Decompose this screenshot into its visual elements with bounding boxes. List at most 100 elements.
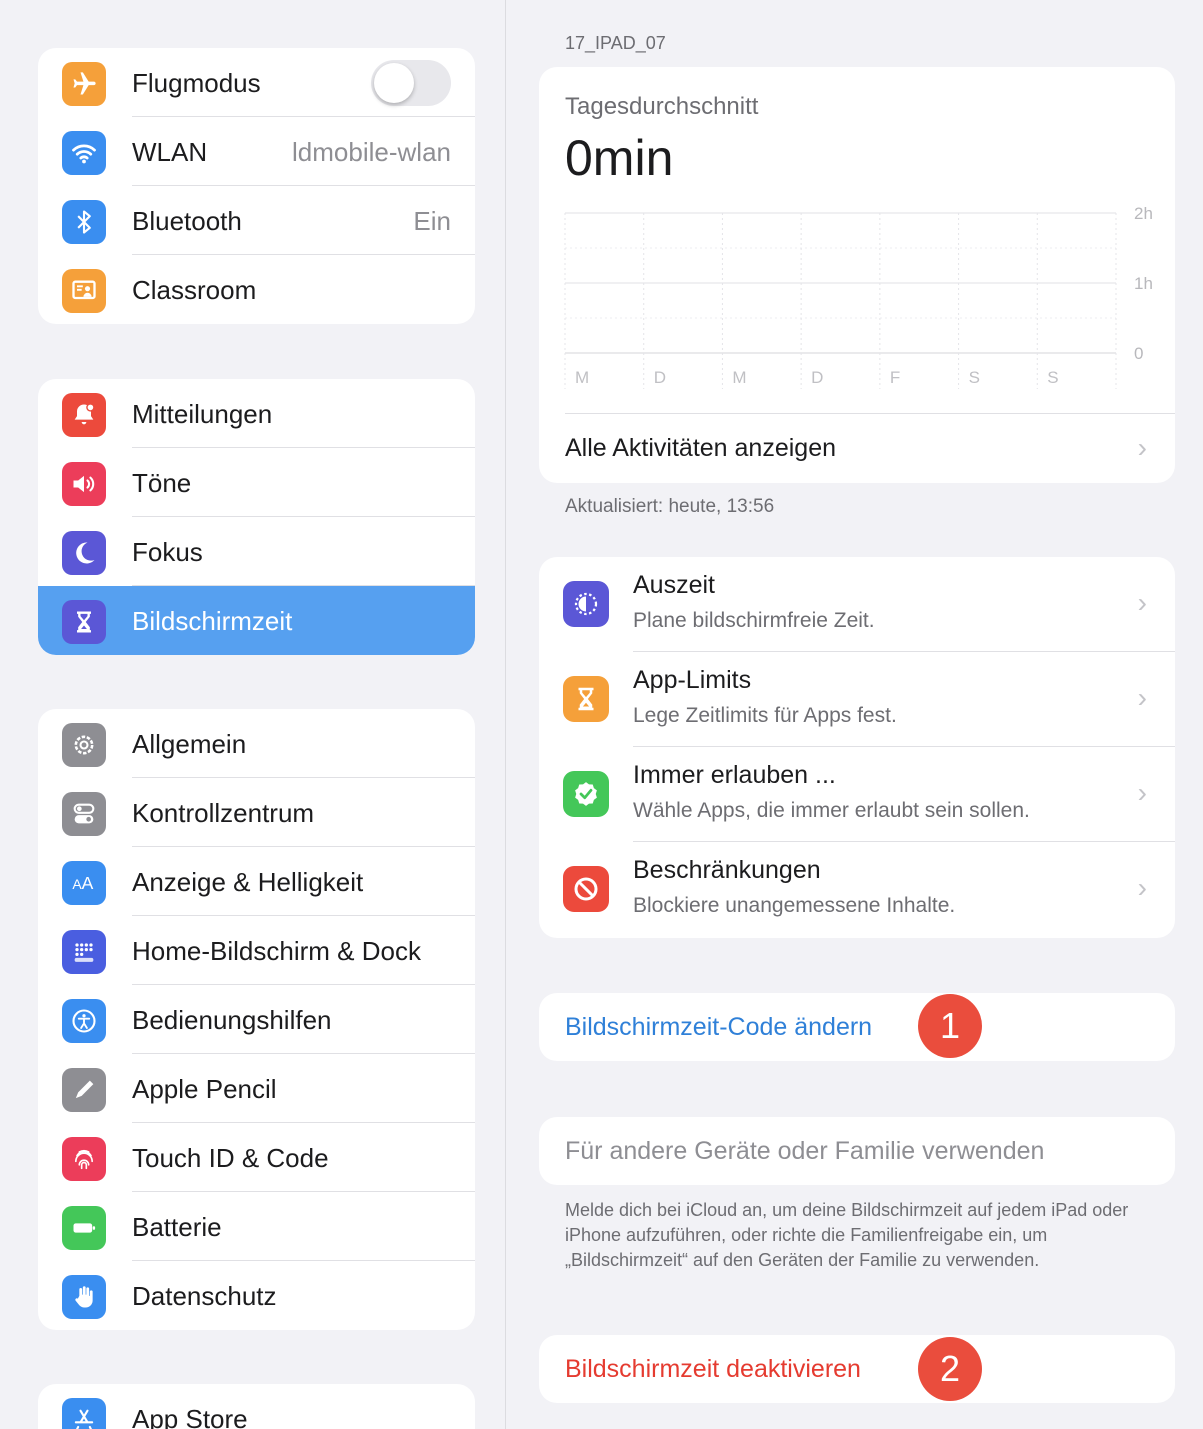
sidebar-item-fokus[interactable]: Fokus — [38, 517, 475, 586]
battery-icon — [62, 1206, 106, 1250]
sidebar-item-label: WLAN — [132, 137, 208, 167]
settings-sidebar: Flugmodus WLAN ldmobile-wlan Bluetooth E… — [0, 0, 506, 1429]
sidebar-item-label: Mitteilungen — [132, 399, 273, 429]
screen-time-options-card: Auszeit Plane bildschirmfreie Zeit. › Ap… — [539, 557, 1175, 938]
classroom-icon — [62, 269, 106, 313]
hourglass-icon — [563, 676, 609, 722]
gear-icon — [62, 723, 106, 767]
chart-x-tick-label: F — [890, 368, 900, 387]
moon-icon — [62, 531, 106, 575]
option-restrictions[interactable]: Beschränkungen Blockiere unangemessene I… — [539, 842, 1175, 937]
sidebar-item-label: Datenschutz — [132, 1281, 277, 1311]
family-footnote: Melde dich bei iCloud an, um deine Bilds… — [565, 1200, 1129, 1270]
sidebar-item-label: Touch ID & Code — [132, 1143, 329, 1173]
chevron-right-icon: › — [1137, 872, 1147, 903]
airplane-mode-toggle[interactable] — [371, 60, 451, 106]
sidebar-item-bluetooth[interactable]: Bluetooth Ein — [38, 186, 475, 255]
sidebar-item-label: Classroom — [132, 275, 257, 305]
deactivate-card[interactable]: Bildschirmzeit deaktivieren — [539, 1335, 1175, 1403]
option-auszeit[interactable]: Auszeit Plane bildschirmfreie Zeit. › — [539, 557, 1175, 652]
connectivity-group: Flugmodus WLAN ldmobile-wlan Bluetooth E… — [38, 48, 475, 324]
option-title: App-Limits — [633, 666, 752, 694]
notifications-icon — [62, 393, 106, 437]
general-group: Allgemein Kontrollzentrum AA Anzeige & H… — [38, 709, 475, 1330]
sidebar-item-home-bildschirm[interactable]: Home-Bildschirm & Dock — [38, 916, 475, 985]
option-title: Auszeit — [633, 571, 715, 599]
last-updated-text: Aktualisiert: heute, 13:56 — [565, 496, 775, 517]
annotation-badge-2: 2 — [918, 1337, 982, 1401]
sidebar-item-mitteilungen[interactable]: Mitteilungen — [38, 379, 475, 448]
store-group: App Store — [38, 1384, 475, 1429]
sidebar-item-label: Fokus — [132, 537, 203, 567]
bluetooth-status-value: Ein — [413, 206, 451, 236]
chevron-right-icon: › — [1137, 682, 1147, 713]
toggles-icon — [62, 792, 106, 836]
option-title: Immer erlauben ... — [633, 761, 836, 789]
text-size-icon: AA — [62, 861, 106, 905]
hourglass-icon — [62, 600, 106, 644]
app-store-icon — [62, 1398, 106, 1429]
sidebar-item-wlan[interactable]: WLAN ldmobile-wlan — [38, 117, 475, 186]
chevron-right-icon: › — [1137, 587, 1147, 618]
sidebar-item-apple-pencil[interactable]: Apple Pencil — [38, 1054, 475, 1123]
chart-x-tick-label: D — [811, 368, 823, 387]
chart-y-tick-label: 0 — [1134, 344, 1143, 363]
sidebar-item-label: Bluetooth — [132, 206, 242, 236]
device-name: 17_IPAD_07 — [565, 33, 666, 53]
toggle-knob — [374, 63, 414, 103]
sidebar-item-touch-id[interactable]: Touch ID & Code — [38, 1123, 475, 1192]
usage-summary-card: Tagesdurchschnitt 0min 2h 1h 0 M D M D F S S Alle… — [539, 67, 1175, 483]
hand-icon — [62, 1275, 106, 1319]
sidebar-item-label: Töne — [132, 468, 192, 498]
deactivate-screen-time-button[interactable]: Bildschirmzeit deaktivieren — [565, 1355, 861, 1384]
option-title: Beschränkungen — [633, 856, 821, 884]
option-subtitle: Lege Zeitlimits für Apps fest. — [633, 704, 897, 727]
chart-x-tick-label: S — [1047, 368, 1058, 387]
option-subtitle: Wähle Apps, die immer erlaubt sein solle… — [633, 799, 1030, 822]
chart-x-tick-label: M — [732, 368, 746, 387]
change-code-card[interactable]: Bildschirmzeit-Code ändern — [539, 993, 1175, 1061]
all-activities-row[interactable]: Alle Aktivitäten anzeigen › — [565, 413, 1175, 483]
sidebar-item-label: Flugmodus — [132, 68, 261, 98]
sidebar-item-kontrollzentrum[interactable]: Kontrollzentrum — [38, 778, 475, 847]
chart-y-tick-label: 2h — [1134, 205, 1153, 223]
family-card[interactable]: Für andere Geräte oder Familie verwenden — [539, 1117, 1175, 1185]
sidebar-item-label: Allgemein — [132, 729, 247, 759]
sidebar-item-label: Home-Bildschirm & Dock — [132, 936, 421, 966]
weekly-usage-chart: 2h 1h 0 M D M D F S S — [564, 205, 1153, 389]
sidebar-item-classroom[interactable]: Classroom — [38, 255, 475, 324]
pencil-icon — [62, 1068, 106, 1112]
sidebar-item-flugmodus[interactable]: Flugmodus — [38, 48, 475, 117]
chart-x-tick-label: S — [969, 368, 980, 387]
sidebar-item-label: Apple Pencil — [132, 1074, 277, 1104]
sidebar-item-allgemein[interactable]: Allgemein — [38, 709, 475, 778]
fingerprint-icon — [62, 1137, 106, 1181]
speaker-icon — [62, 462, 106, 506]
all-activities-label: Alle Aktivitäten anzeigen — [565, 434, 837, 462]
sidebar-item-label: Kontrollzentrum — [132, 798, 315, 828]
change-code-button[interactable]: Bildschirmzeit-Code ändern — [565, 1013, 872, 1042]
option-always-allowed[interactable]: Immer erlauben ... Wähle Apps, die immer… — [539, 747, 1175, 842]
sidebar-item-label: Bildschirmzeit — [132, 606, 293, 636]
sidebar-item-batterie[interactable]: Batterie — [38, 1192, 475, 1261]
option-subtitle: Blockiere unangemessene Inhalte. — [633, 894, 956, 917]
sidebar-item-bildschirmzeit[interactable]: Bildschirmzeit — [38, 586, 475, 655]
screen-time-detail: 17_IPAD_07 Tagesdurchschnitt 0min 2h 1h 0 M… — [507, 0, 1203, 1429]
option-app-limits[interactable]: App-Limits Lege Zeitlimits für Apps fest… — [539, 652, 1175, 747]
sidebar-item-app-store[interactable]: App Store — [38, 1384, 475, 1429]
sidebar-item-label: Bedienungshilfen — [132, 1005, 332, 1035]
chevron-right-icon: › — [1137, 432, 1147, 463]
accessibility-icon — [62, 999, 106, 1043]
chart-x-tick-label: M — [575, 368, 589, 387]
family-setup-button[interactable]: Für andere Geräte oder Familie verwenden — [565, 1137, 1044, 1166]
home-grid-icon — [62, 930, 106, 974]
sidebar-item-toene[interactable]: Töne — [38, 448, 475, 517]
sidebar-item-datenschutz[interactable]: Datenschutz — [38, 1261, 475, 1330]
sidebar-item-anzeige[interactable]: AA Anzeige & Helligkeit — [38, 847, 475, 916]
downtime-icon — [563, 581, 609, 627]
bluetooth-icon — [62, 200, 106, 244]
sidebar-item-label: App Store — [132, 1404, 248, 1429]
daily-average-label: Tagesdurchschnitt — [565, 93, 759, 120]
annotation-badge-1: 1 — [918, 994, 982, 1058]
sidebar-item-bedienungshilfen[interactable]: Bedienungshilfen — [38, 985, 475, 1054]
